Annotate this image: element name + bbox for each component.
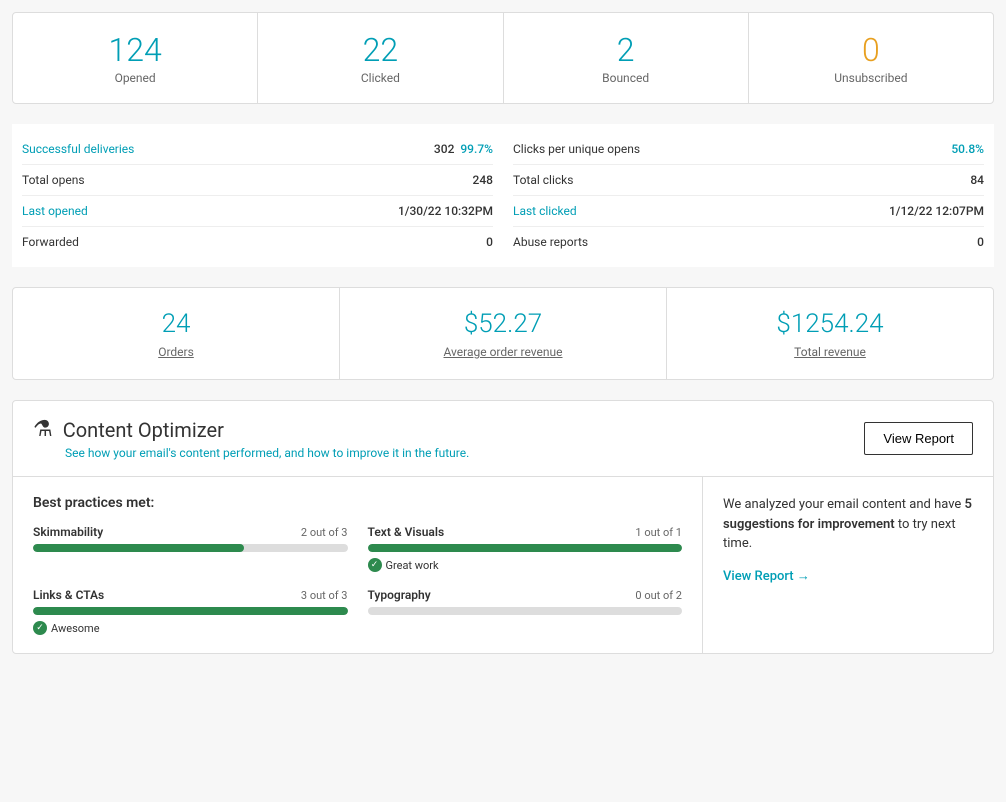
revenue-total: $1254.24 Total revenue xyxy=(667,288,993,379)
view-report-link[interactable]: View Report → xyxy=(723,569,810,584)
revenue-avg-order: $52.27 Average order revenue xyxy=(340,288,667,379)
stats-row: 124 Opened 22 Clicked 2 Bounced 0 Unsubs… xyxy=(12,12,994,104)
progress-bar-fill xyxy=(368,544,683,552)
metrics-section: Successful deliveries 302 99.7% Total op… xyxy=(12,124,994,267)
metrics-left-col: Successful deliveries 302 99.7% Total op… xyxy=(12,134,503,257)
practice-name: Typography xyxy=(368,588,431,602)
bounced-value: 2 xyxy=(514,31,738,69)
badge-text: Awesome xyxy=(51,622,100,635)
total-revenue-value: $1254.24 xyxy=(677,308,983,342)
practice-header: Links & CTAs 3 out of 3 xyxy=(33,588,348,602)
revenue-row: 24 Orders $52.27 Average order revenue $… xyxy=(12,287,994,380)
optimizer-subtitle: See how your email's content performed, … xyxy=(65,446,469,460)
practice-skimmability: Skimmability 2 out of 3 xyxy=(33,525,348,572)
practice-header: Text & Visuals 1 out of 1 xyxy=(368,525,683,539)
metric-label: Total opens xyxy=(22,173,85,187)
metric-total-clicks: Total clicks 84 xyxy=(513,165,984,196)
unsubscribed-label: Unsubscribed xyxy=(759,71,983,85)
metric-value: 84 xyxy=(970,173,984,187)
avg-order-label: Average order revenue xyxy=(350,345,656,359)
optimizer-body: Best practices met: Skimmability 2 out o… xyxy=(13,477,993,653)
best-practices-col: Best practices met: Skimmability 2 out o… xyxy=(13,477,703,653)
optimizer-icon: ⚗ xyxy=(33,417,53,442)
optimizer-title-group: ⚗ Content Optimizer See how your email's… xyxy=(33,417,469,460)
metric-total-opens: Total opens 248 xyxy=(22,165,493,196)
orders-value: 24 xyxy=(23,308,329,342)
suggestions-text: We analyzed your email content and have … xyxy=(723,495,973,554)
practice-badge: ✓ Great work xyxy=(368,558,683,572)
total-revenue-label: Total revenue xyxy=(677,345,983,359)
progress-bar-bg xyxy=(368,544,683,552)
progress-bar-bg xyxy=(368,607,683,615)
clicked-value: 22 xyxy=(268,31,492,69)
optimizer-title: Content Optimizer xyxy=(63,418,224,442)
opened-value: 124 xyxy=(23,31,247,69)
optimizer-header: ⚗ Content Optimizer See how your email's… xyxy=(13,401,993,477)
metric-value: 248 xyxy=(473,173,493,187)
practices-grid: Skimmability 2 out of 3 Text & Visuals 1… xyxy=(33,525,682,635)
metric-forwarded: Forwarded 0 xyxy=(22,227,493,257)
metric-abuse-reports: Abuse reports 0 xyxy=(513,227,984,257)
practice-score: 2 out of 3 xyxy=(301,526,348,539)
practice-badge: ✓ Awesome xyxy=(33,621,348,635)
practice-text-visuals: Text & Visuals 1 out of 1 ✓ Great work xyxy=(368,525,683,572)
practices-title: Best practices met: xyxy=(33,495,682,511)
progress-bar-bg xyxy=(33,607,348,615)
practice-header: Typography 0 out of 2 xyxy=(368,588,683,602)
stat-opened: 124 Opened xyxy=(13,13,258,103)
metric-label: Last opened xyxy=(22,204,88,218)
revenue-orders: 24 Orders xyxy=(13,288,340,379)
practice-score: 1 out of 1 xyxy=(635,526,682,539)
practice-name: Skimmability xyxy=(33,525,103,539)
metric-value: 50.8% xyxy=(951,142,984,156)
practice-typography: Typography 0 out of 2 xyxy=(368,588,683,635)
checkmark-icon: ✓ xyxy=(33,621,47,635)
metric-value: 1/30/22 10:32PM xyxy=(398,204,493,218)
metrics-right-col: Clicks per unique opens 50.8% Total clic… xyxy=(503,134,994,257)
practice-name: Links & CTAs xyxy=(33,588,104,602)
practice-links-ctas: Links & CTAs 3 out of 3 ✓ Awesome xyxy=(33,588,348,635)
stat-clicked: 22 Clicked xyxy=(258,13,503,103)
bounced-label: Bounced xyxy=(514,71,738,85)
progress-bar-bg xyxy=(33,544,348,552)
metric-label: Successful deliveries xyxy=(22,142,134,156)
practice-score: 0 out of 2 xyxy=(635,589,682,602)
metric-value: 302 99.7% xyxy=(434,142,493,156)
metric-label: Forwarded xyxy=(22,235,79,249)
metric-clicks-unique: Clicks per unique opens 50.8% xyxy=(513,134,984,165)
metric-label: Total clicks xyxy=(513,173,573,187)
progress-bar-fill xyxy=(33,544,244,552)
progress-bar-fill xyxy=(33,607,348,615)
metric-label: Clicks per unique opens xyxy=(513,142,640,156)
stat-unsubscribed: 0 Unsubscribed xyxy=(749,13,993,103)
metric-value: 0 xyxy=(977,235,984,249)
view-report-button[interactable]: View Report xyxy=(864,422,973,455)
orders-label: Orders xyxy=(23,345,329,359)
metric-value: 0 xyxy=(486,235,493,249)
unsubscribed-value: 0 xyxy=(759,31,983,69)
metric-last-opened: Last opened 1/30/22 10:32PM xyxy=(22,196,493,227)
metric-last-clicked: Last clicked 1/12/22 12:07PM xyxy=(513,196,984,227)
practice-score: 3 out of 3 xyxy=(301,589,348,602)
metric-label: Last clicked xyxy=(513,204,577,218)
metric-label: Abuse reports xyxy=(513,235,588,249)
metric-value: 1/12/22 12:07PM xyxy=(889,204,984,218)
stat-bounced: 2 Bounced xyxy=(504,13,749,103)
checkmark-icon: ✓ xyxy=(368,558,382,572)
metrics-grid: Successful deliveries 302 99.7% Total op… xyxy=(12,134,994,257)
suggestions-col: We analyzed your email content and have … xyxy=(703,477,993,653)
optimizer-section: ⚗ Content Optimizer See how your email's… xyxy=(12,400,994,654)
practice-name: Text & Visuals xyxy=(368,525,445,539)
badge-text: Great work xyxy=(386,559,439,572)
practice-header: Skimmability 2 out of 3 xyxy=(33,525,348,539)
opened-label: Opened xyxy=(23,71,247,85)
avg-order-value: $52.27 xyxy=(350,308,656,342)
clicked-label: Clicked xyxy=(268,71,492,85)
metric-successful-deliveries: Successful deliveries 302 99.7% xyxy=(22,134,493,165)
optimizer-title-row: ⚗ Content Optimizer xyxy=(33,417,224,442)
